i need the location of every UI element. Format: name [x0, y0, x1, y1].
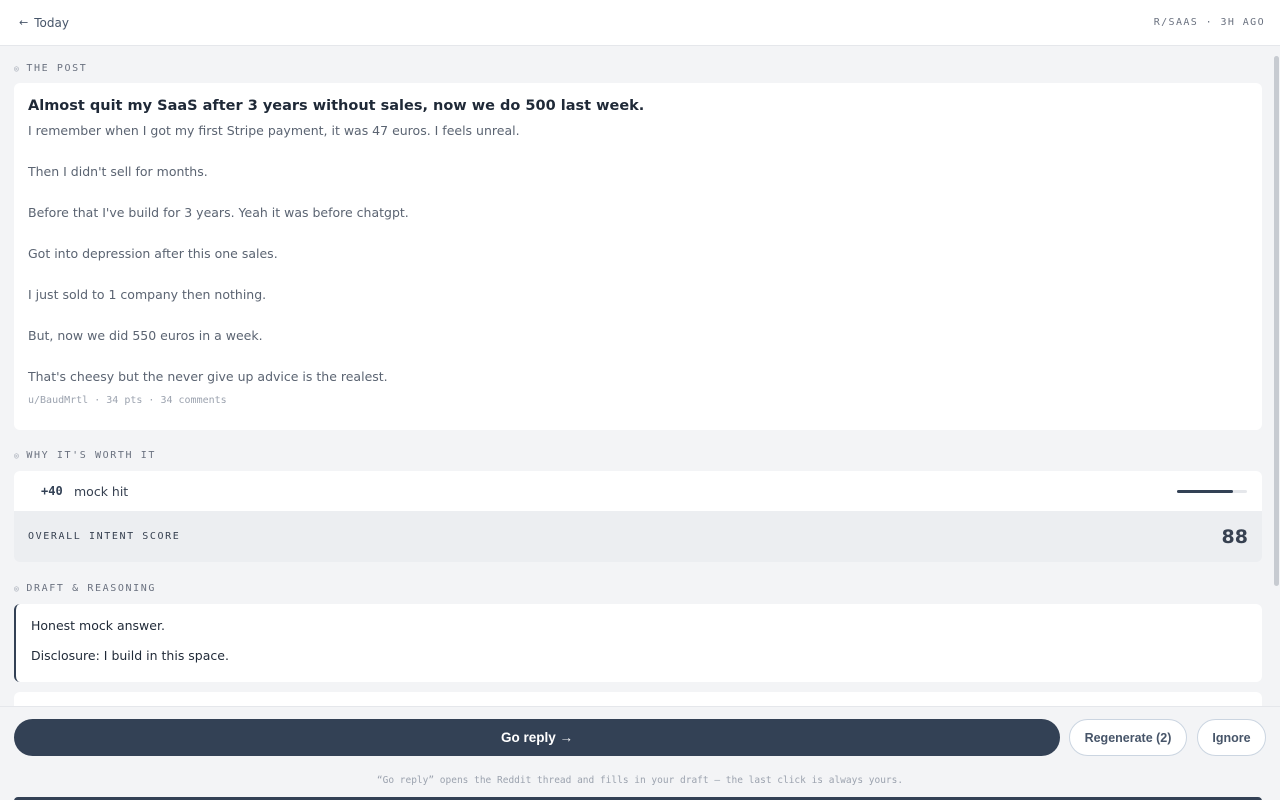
go-reply-button[interactable]: Go reply → [14, 719, 1060, 756]
post-paragraph: But, now we did 550 euros in a week. [28, 328, 263, 343]
post-source-meta: R/SAAS · 3H AGO [1153, 17, 1265, 28]
reasoning-card-partial [14, 692, 1262, 706]
post-paragraph: Got into depression after this one sales… [28, 246, 278, 261]
go-reply-hint: “Go reply” opens the Reddit thread and f… [376, 775, 904, 786]
post-card: Almost quit my SaaS after 3 years withou… [14, 83, 1262, 430]
top-bar: ← Today R/SAAS · 3H AGO [0, 0, 1280, 46]
section-label-post: ◎ THE POST [14, 63, 88, 74]
post-paragraph: Then I didn't sell for months. [28, 164, 208, 179]
draft-line: Disclosure: I build in this space. [31, 648, 229, 663]
post-meta: u/BaudMrtl · 34 pts · 34 comments [28, 395, 227, 406]
draft-line: Honest mock answer. [31, 618, 165, 633]
action-bar: Go reply → Regenerate (2) Ignore “Go rep… [0, 706, 1280, 800]
regenerate-button[interactable]: Regenerate (2) [1069, 719, 1187, 756]
score-value: 88 [1221, 525, 1248, 548]
section-dot-icon: ◎ [14, 584, 21, 593]
why-item-strength-fill [1177, 489, 1233, 493]
why-item-strength-bar [1177, 489, 1247, 493]
post-paragraph: I just sold to 1 company then nothing. [28, 287, 267, 302]
overall-intent-score-row: OVERALL INTENT SCORE 88 [14, 511, 1262, 562]
ignore-button[interactable]: Ignore [1197, 719, 1266, 756]
why-item-row: +40 mock hit [14, 471, 1262, 511]
post-paragraph: I remember when I got my first Stripe pa… [28, 123, 520, 138]
scrollbar-thumb[interactable] [1274, 56, 1279, 586]
back-to-today-link[interactable]: ← Today [19, 16, 69, 30]
post-paragraph: That's cheesy but the never give up advi… [28, 369, 388, 384]
score-label: OVERALL INTENT SCORE [28, 531, 181, 542]
section-dot-icon: ◎ [14, 64, 21, 73]
post-title: Almost quit my SaaS after 3 years withou… [28, 98, 645, 114]
back-label: Today [34, 15, 69, 30]
content-scroll-area[interactable]: ◎ THE POST Almost quit my SaaS after 3 y… [0, 46, 1272, 706]
section-label-why: ◎ WHY IT'S WORTH IT [14, 450, 156, 461]
section-label-draft: ◎ DRAFT & REASONING [14, 583, 156, 594]
section-dot-icon: ◎ [14, 451, 21, 460]
why-item-label: mock hit [74, 483, 129, 499]
why-item-delta: +40 [41, 484, 63, 498]
draft-card[interactable]: Honest mock answer. Disclosure: I build … [14, 604, 1262, 682]
back-arrow-icon: ← [19, 16, 29, 29]
post-paragraph: Before that I've build for 3 years. Yeah… [28, 205, 409, 220]
post-body: I remember when I got my first Stripe pa… [28, 123, 1248, 385]
